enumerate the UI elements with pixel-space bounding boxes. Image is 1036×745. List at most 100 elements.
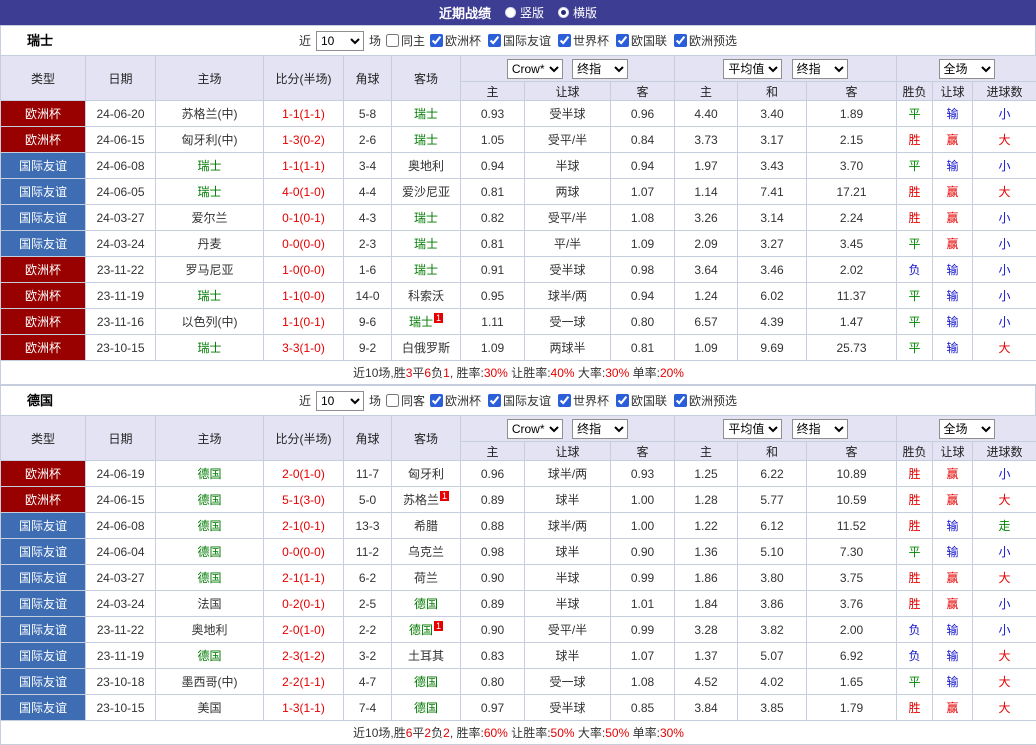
selector-header-row: 类型 日期 主场 比分(半场) 角球 客场 Crow* 终指 平均值 终指 (1, 56, 1036, 82)
bookmaker-select[interactable]: Crow* (507, 419, 563, 439)
layout-option-horizontal[interactable]: 横版 (558, 4, 597, 21)
result-outcome: 平 (897, 335, 933, 361)
league-filter[interactable]: 欧洲预选 (674, 392, 737, 409)
result-goals: 小 (973, 309, 1036, 335)
radio-icon[interactable] (505, 7, 516, 18)
bookmaker-stage-select[interactable]: 终指 (572, 59, 628, 79)
away-team: 德国 (392, 669, 461, 695)
col-odds-away: 客 (611, 82, 675, 101)
corner-score: 13-3 (344, 513, 392, 539)
scope-select[interactable]: 全场 (939, 59, 995, 79)
odds-home: 0.82 (461, 205, 525, 231)
league-filter[interactable]: 欧洲预选 (674, 32, 737, 49)
league-filter[interactable]: 欧国联 (616, 32, 667, 49)
league-filter-label: 世界杯 (573, 32, 609, 49)
result-goals: 大 (973, 127, 1036, 153)
result-goals: 小 (973, 205, 1036, 231)
recent-matches-table: 类型 日期 主场 比分(半场) 角球 客场 Crow* 终指 平均值 终指 (0, 415, 1036, 745)
corner-score: 2-5 (344, 591, 392, 617)
average-select[interactable]: 平均值 (723, 59, 782, 79)
bookmaker-select[interactable]: Crow* (507, 59, 563, 79)
league-filter-checkbox[interactable] (674, 34, 687, 47)
corner-score: 2-6 (344, 127, 392, 153)
match-score: 2-1(1-1) (264, 565, 344, 591)
avg-home: 3.73 (675, 127, 738, 153)
match-count-select[interactable]: 10 (316, 31, 364, 51)
away-team: 乌克兰 (392, 539, 461, 565)
away-team-name: 希腊 (414, 519, 438, 533)
section-toolbar: 瑞士 近 10 场 同主 欧洲杯国际友谊世界杯欧国联欧洲预选 (0, 25, 1036, 55)
handicap-line: 平/半 (525, 231, 611, 257)
league-filter[interactable]: 世界杯 (558, 392, 609, 409)
match-score: 5-1(3-0) (264, 487, 344, 513)
same-venue-filter[interactable]: 同客 (386, 392, 425, 409)
same-venue-checkbox[interactable] (386, 34, 399, 47)
avg-home: 1.09 (675, 335, 738, 361)
match-score: 2-2(1-1) (264, 669, 344, 695)
odds-home: 0.81 (461, 231, 525, 257)
league-filter[interactable]: 欧洲杯 (430, 392, 481, 409)
league-filter[interactable]: 欧国联 (616, 392, 667, 409)
bookmaker-stage-select[interactable]: 终指 (572, 419, 628, 439)
odds-home: 0.94 (461, 153, 525, 179)
league-filter-checkbox[interactable] (558, 34, 571, 47)
away-team: 瑞士 (392, 257, 461, 283)
league-filter-checkbox[interactable] (616, 394, 629, 407)
summary-segment: 单率: (629, 366, 660, 380)
avg-draw: 3.80 (738, 565, 807, 591)
average-selector-cell: 平均值 终指 (675, 56, 897, 82)
avg-draw: 5.77 (738, 487, 807, 513)
layout-option-vertical[interactable]: 竖版 (505, 4, 544, 21)
same-venue-checkbox[interactable] (386, 394, 399, 407)
red-card-count: 1 (434, 621, 443, 631)
scope-select[interactable]: 全场 (939, 419, 995, 439)
match-row: 欧洲杯24-06-15匈牙利(中)1-3(0-2)2-6瑞士1.05受平/半0.… (1, 127, 1036, 153)
result-outcome: 负 (897, 643, 933, 669)
league-filter[interactable]: 欧洲杯 (430, 32, 481, 49)
league-filter-checkbox[interactable] (488, 394, 501, 407)
result-handicap: 赢 (933, 231, 973, 257)
same-venue-filter[interactable]: 同主 (386, 32, 425, 49)
odds-away: 0.99 (611, 565, 675, 591)
average-stage-select[interactable]: 终指 (792, 59, 848, 79)
result-outcome: 平 (897, 153, 933, 179)
away-team-name: 德国 (414, 597, 438, 611)
league-filter[interactable]: 世界杯 (558, 32, 609, 49)
away-team: 德国 (392, 695, 461, 721)
league-filter-checkbox[interactable] (558, 394, 571, 407)
average-stage-select[interactable]: 终指 (792, 419, 848, 439)
match-date: 24-06-15 (86, 127, 156, 153)
result-goals: 大 (973, 335, 1036, 361)
away-team-name: 乌克兰 (408, 545, 444, 559)
odds-home: 0.89 (461, 487, 525, 513)
league-type-badge: 国际友谊 (1, 617, 86, 643)
avg-draw: 3.14 (738, 205, 807, 231)
match-row: 国际友谊24-03-24丹麦0-0(0-0)2-3瑞士0.81平/半1.092.… (1, 231, 1036, 257)
league-filter-checkbox[interactable] (674, 394, 687, 407)
match-score: 1-1(1-1) (264, 153, 344, 179)
avg-home: 2.09 (675, 231, 738, 257)
league-filter-label: 欧国联 (631, 392, 667, 409)
league-filter-checkbox[interactable] (430, 394, 443, 407)
league-filter[interactable]: 国际友谊 (488, 32, 551, 49)
home-team-name: 德国 (197, 545, 221, 559)
league-filter-checkbox[interactable] (616, 34, 629, 47)
league-filter[interactable]: 国际友谊 (488, 392, 551, 409)
summary-segment: 近10场,胜 (353, 726, 406, 740)
handicap-line: 受半球 (525, 695, 611, 721)
average-select[interactable]: 平均值 (723, 419, 782, 439)
home-team-name: 德国 (197, 519, 221, 533)
match-count-select[interactable]: 10 (316, 391, 364, 411)
result-goals: 大 (973, 565, 1036, 591)
corner-score: 1-6 (344, 257, 392, 283)
match-date: 24-03-24 (86, 591, 156, 617)
league-filter-label: 国际友谊 (503, 32, 551, 49)
match-score: 0-0(0-0) (264, 231, 344, 257)
league-filter-checkbox[interactable] (488, 34, 501, 47)
match-row: 欧洲杯23-11-19瑞士1-1(0-0)14-0科索沃0.95球半/两0.94… (1, 283, 1036, 309)
match-date: 23-10-18 (86, 669, 156, 695)
radio-icon[interactable] (558, 7, 569, 18)
col-home: 主场 (156, 56, 264, 101)
league-filter-checkbox[interactable] (430, 34, 443, 47)
away-team-name: 苏格兰 (403, 493, 439, 507)
